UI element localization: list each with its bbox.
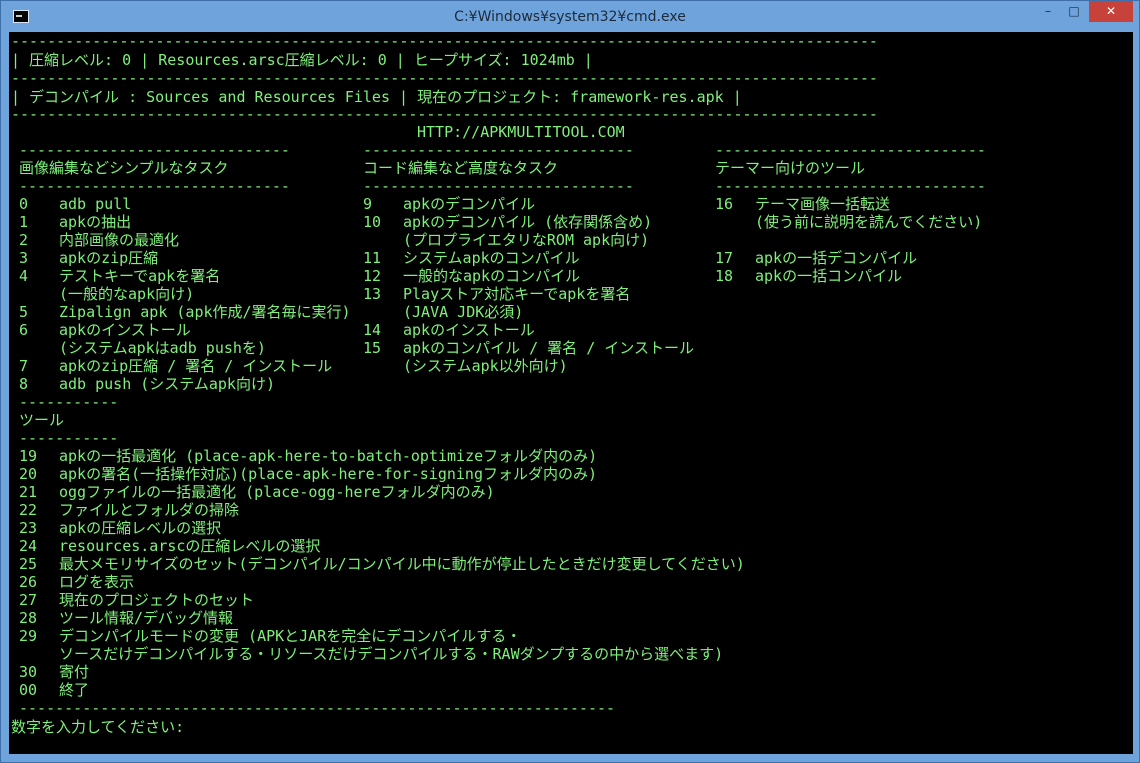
menu-item-label: apkのインストール — [59, 321, 191, 339]
menu-item-label: 一般的なapkのコンパイル — [403, 267, 581, 285]
menu-number: 28 — [19, 609, 38, 627]
menu-number: 1 — [19, 213, 29, 231]
col1-title: 画像編集などシンプルなタスク — [19, 159, 229, 177]
close-button[interactable]: ✕ — [1089, 1, 1133, 22]
menu-number: 3 — [19, 249, 29, 267]
menu-item-label: apkの署名(一括操作対応)(place-apk-here-for-signin… — [59, 465, 598, 483]
menu-item-label: apkのコンパイル / 署名 / インストール — [403, 339, 694, 357]
menu-number: 9 — [363, 195, 373, 213]
menu-number: 5 — [19, 303, 29, 321]
menu-number: 27 — [19, 591, 38, 609]
menu-number: 21 — [19, 483, 38, 501]
menu-item-label: apkの一括コンパイル — [755, 267, 903, 285]
console-output[interactable]: ----------------------------------------… — [9, 32, 1133, 754]
menu-item-label: ログを表示 — [59, 573, 135, 591]
menu-item-label: apkの圧縮レベルの選択 — [59, 519, 222, 537]
menu-number: 8 — [19, 375, 29, 393]
menu-item-label: resources.arscの圧縮レベルの選択 — [59, 537, 321, 555]
menu-item-label: apkのインストール — [403, 321, 535, 339]
menu-item-note: (プロプライエタリなROM apk向け) — [403, 231, 650, 249]
menu-item-label: 最大メモリサイズのセット(デコンパイル/コンパイル中に動作が停止したときだけ変更… — [59, 555, 745, 573]
menu-item-note: (JAVA JDK必須) — [403, 303, 524, 321]
tools-title: ツール — [19, 411, 65, 429]
menu-item-note: (一般的なapk向け) — [59, 285, 195, 303]
menu-item-label: oggファイルの一括最適化 (place-ogg-hereフォルダ内のみ) — [59, 483, 495, 501]
menu-item-label: ツール情報/デバッグ情報 — [59, 609, 234, 627]
menu-number: 14 — [363, 321, 382, 339]
menu-number: 00 — [19, 681, 38, 699]
menu-number: 15 — [363, 339, 382, 357]
menu-number: 2 — [19, 231, 29, 249]
menu-item-label: apkのデコンパイル — [403, 195, 536, 213]
menu-number: 18 — [715, 267, 734, 285]
menu-item-label: Playストア対応キーでapkを署名 — [403, 285, 631, 303]
menu-number: 25 — [19, 555, 38, 573]
menu-number: 23 — [19, 519, 38, 537]
tools-separator: ----------- — [19, 393, 119, 411]
menu-item-label: apkのzip圧縮 — [59, 249, 159, 267]
menu-item-label: apkのデコンパイル (依存関係含め) — [403, 213, 653, 231]
col1-separator: ------------------------------ — [19, 177, 290, 195]
menu-item-label: 内部画像の最適化 — [59, 231, 180, 249]
menu-item-note: (システムapkはadb pushを) — [59, 339, 266, 357]
input-prompt[interactable]: 数字を入力してください: — [11, 718, 184, 736]
separator-line: ----------------------------------------… — [11, 69, 878, 87]
project-line: | デコンパイル : Sources and Resources Files |… — [11, 88, 742, 106]
menu-number: 0 — [19, 195, 29, 213]
status-line: | 圧縮レベル: 0 | Resources.arsc圧縮レベル: 0 | ヒー… — [11, 51, 593, 69]
col3-separator: ------------------------------ — [715, 141, 986, 159]
menu-number: 19 — [19, 447, 38, 465]
menu-item-label: 終了 — [59, 681, 90, 699]
separator-line: ----------------------------------------… — [19, 699, 616, 717]
separator-line: ----------------------------------------… — [11, 105, 878, 123]
menu-item-label: デコンパイルモードの変更 (APKとJARを完全にデコンパイルする・ — [59, 627, 522, 645]
menu-item-label: 寄付 — [59, 663, 90, 681]
col2-title: コード編集など高度なタスク — [363, 159, 559, 177]
minimize-button[interactable]: – — [1037, 1, 1059, 22]
col2-separator: ------------------------------ — [363, 177, 634, 195]
menu-item-label: システムapkのコンパイル — [403, 249, 580, 267]
menu-item-note: ソースだけデコンパイルする・リソースだけデコンパイルする・RAWダンプするの中か… — [59, 645, 724, 663]
menu-number: 13 — [363, 285, 382, 303]
menu-number: 17 — [715, 249, 734, 267]
menu-number: 11 — [363, 249, 382, 267]
menu-item-label: テーマ画像一括転送 — [755, 195, 891, 213]
menu-item-label: ファイルとフォルダの掃除 — [59, 501, 240, 519]
menu-number: 4 — [19, 267, 29, 285]
title-bar[interactable]: C:¥Windows¥system32¥cmd.exe – □ ✕ — [1, 1, 1139, 33]
menu-item-note: (使う前に説明を読んでください) — [755, 213, 983, 231]
col3-separator: ------------------------------ — [715, 177, 986, 195]
url-line: HTTP://APKMULTITOOL.COM — [417, 123, 625, 141]
menu-number: 22 — [19, 501, 38, 519]
menu-number: 6 — [19, 321, 29, 339]
menu-item-label: apkのzip圧縮 / 署名 / インストール — [59, 357, 333, 375]
menu-number: 30 — [19, 663, 38, 681]
cmd-window: C:¥Windows¥system32¥cmd.exe – □ ✕ ------… — [0, 0, 1140, 763]
separator-line: ----------------------------------------… — [11, 32, 878, 50]
menu-number: 29 — [19, 627, 38, 645]
col1-separator: ------------------------------ — [19, 141, 290, 159]
menu-item-label: adb pull — [59, 195, 132, 213]
menu-number: 20 — [19, 465, 38, 483]
col2-separator: ------------------------------ — [363, 141, 634, 159]
menu-item-label: 現在のプロジェクトのセット — [59, 591, 255, 609]
col3-title: テーマー向けのツール — [715, 159, 866, 177]
menu-item-label: adb push (システムapk向け) — [59, 375, 275, 393]
menu-item-label: Zipalign apk (apk作成/署名毎に実行) — [59, 303, 351, 321]
tools-separator: ----------- — [19, 429, 119, 447]
menu-item-note: (システムapk以外向け) — [403, 357, 568, 375]
menu-item-label: apkの抽出 — [59, 213, 132, 231]
menu-number: 12 — [363, 267, 382, 285]
menu-number: 10 — [363, 213, 382, 231]
menu-item-label: テストキーでapkを署名 — [59, 267, 221, 285]
maximize-button[interactable]: □ — [1061, 1, 1087, 22]
menu-number: 24 — [19, 537, 38, 555]
window-title: C:¥Windows¥system32¥cmd.exe — [454, 9, 686, 25]
menu-number: 16 — [715, 195, 734, 213]
menu-item-label: apkの一括最適化 (place-apk-here-to-batch-optim… — [59, 447, 598, 465]
menu-number: 7 — [19, 357, 29, 375]
menu-number: 26 — [19, 573, 38, 591]
menu-item-label: apkの一括デコンパイル — [755, 249, 918, 267]
